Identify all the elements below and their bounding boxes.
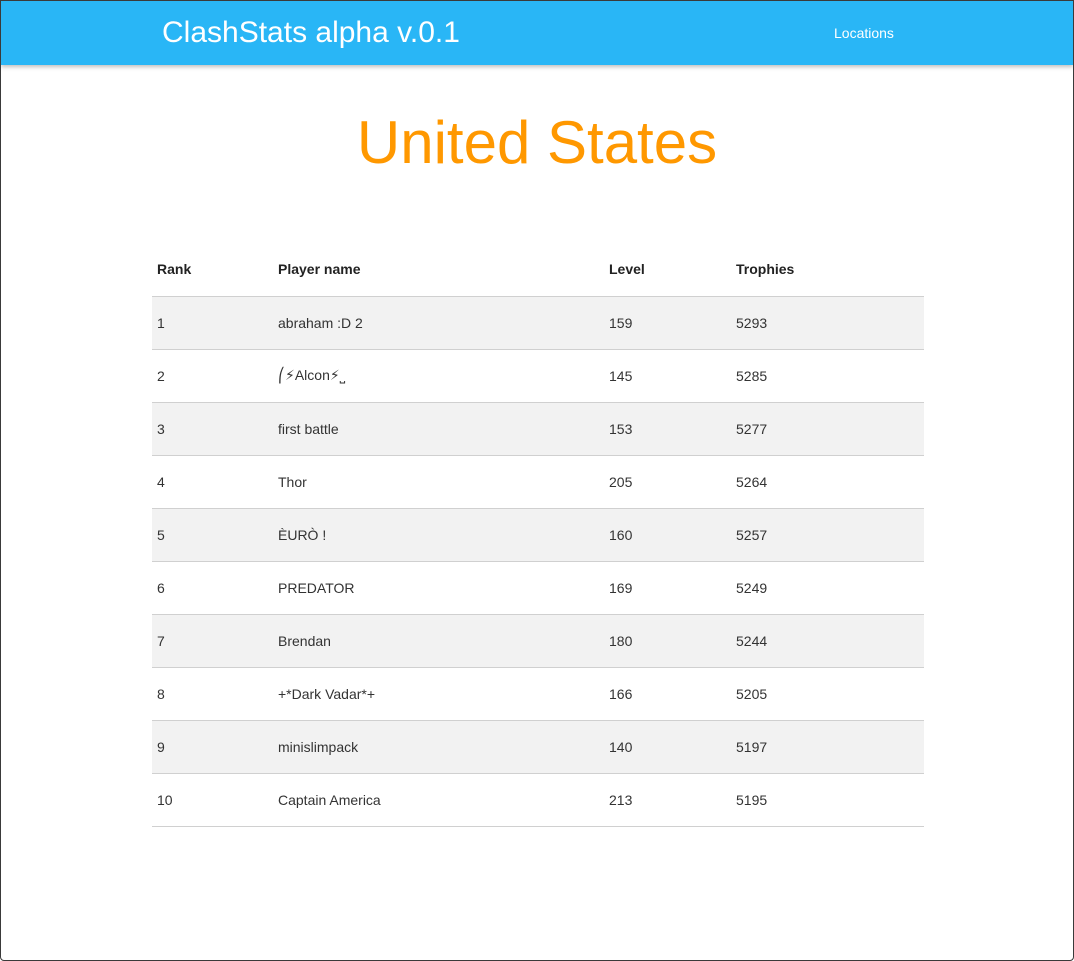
table-header: Rank Player name Level Trophies [152,243,924,297]
cell-rank: 5 [152,508,273,562]
page-title: United States [356,109,718,176]
cell-rank: 4 [152,455,273,509]
header-level: Level [604,243,731,297]
cell-trophies: 5285 [731,349,924,403]
cell-level: 205 [604,455,731,509]
header-trophies: Trophies [731,243,924,297]
cell-trophies: 5197 [731,720,924,774]
cell-rank: 9 [152,720,273,774]
table-row: 4 Thor 205 5264 [152,455,924,509]
cell-rank: 1 [152,296,273,350]
cell-trophies: 5257 [731,508,924,562]
cell-rank: 8 [152,667,273,721]
cell-trophies: 5293 [731,296,924,350]
cell-level: 180 [604,614,731,668]
cell-player-name: first battle [273,402,604,456]
player-rankings-table: Rank Player name Level Trophies 1 abraha… [152,243,924,827]
cell-player-name: abraham :D 2 [273,296,604,350]
brand-logo-link[interactable]: ClashStats alpha v.0.1 [162,1,460,65]
table-body: 1 abraham :D 2 159 5293 2 ⎛⚡Alcon⚡⎵ 145 … [152,296,924,827]
table-row: 6 PREDATOR 169 5249 [152,561,924,615]
table-row: 8 +*Dark Vadar*+ 166 5205 [152,667,924,721]
cell-trophies: 5249 [731,561,924,615]
cell-trophies: 5244 [731,614,924,668]
cell-level: 159 [604,296,731,350]
cell-trophies: 5264 [731,455,924,509]
top-navbar: ClashStats alpha v.0.1 Locations [1,1,1073,65]
table-row: 2 ⎛⚡Alcon⚡⎵ 145 5285 [152,349,924,403]
cell-trophies: 5205 [731,667,924,721]
cell-player-name: ÈURÒ ! [273,508,604,562]
cell-level: 213 [604,773,731,827]
cell-trophies: 5277 [731,402,924,456]
cell-player-name: ⎛⚡Alcon⚡⎵ [273,349,604,403]
cell-level: 153 [604,402,731,456]
cell-rank: 7 [152,614,273,668]
locations-link[interactable]: Locations [834,1,894,65]
cell-player-name: +*Dark Vadar*+ [273,667,604,721]
app-window: ClashStats alpha v.0.1 Locations United … [0,0,1074,961]
cell-rank: 10 [152,773,273,827]
cell-player-name: PREDATOR [273,561,604,615]
cell-level: 166 [604,667,731,721]
table-row: 7 Brendan 180 5244 [152,614,924,668]
cell-level: 140 [604,720,731,774]
cell-player-name: Brendan [273,614,604,668]
cell-rank: 6 [152,561,273,615]
table-row: 5 ÈURÒ ! 160 5257 [152,508,924,562]
cell-player-name: Thor [273,455,604,509]
header-player-name: Player name [273,243,604,297]
cell-level: 160 [604,508,731,562]
table-header-row: Rank Player name Level Trophies [152,243,924,297]
cell-player-name: Captain America [273,773,604,827]
table-row: 10 Captain America 213 5195 [152,773,924,827]
cell-player-name: minislimpack [273,720,604,774]
table-row: 3 first battle 153 5277 [152,402,924,456]
cell-rank: 2 [152,349,273,403]
cell-level: 145 [604,349,731,403]
cell-level: 169 [604,561,731,615]
cell-rank: 3 [152,402,273,456]
table-row: 1 abraham :D 2 159 5293 [152,296,924,350]
table-row: 9 minislimpack 140 5197 [152,720,924,774]
header-rank: Rank [152,243,273,297]
cell-trophies: 5195 [731,773,924,827]
